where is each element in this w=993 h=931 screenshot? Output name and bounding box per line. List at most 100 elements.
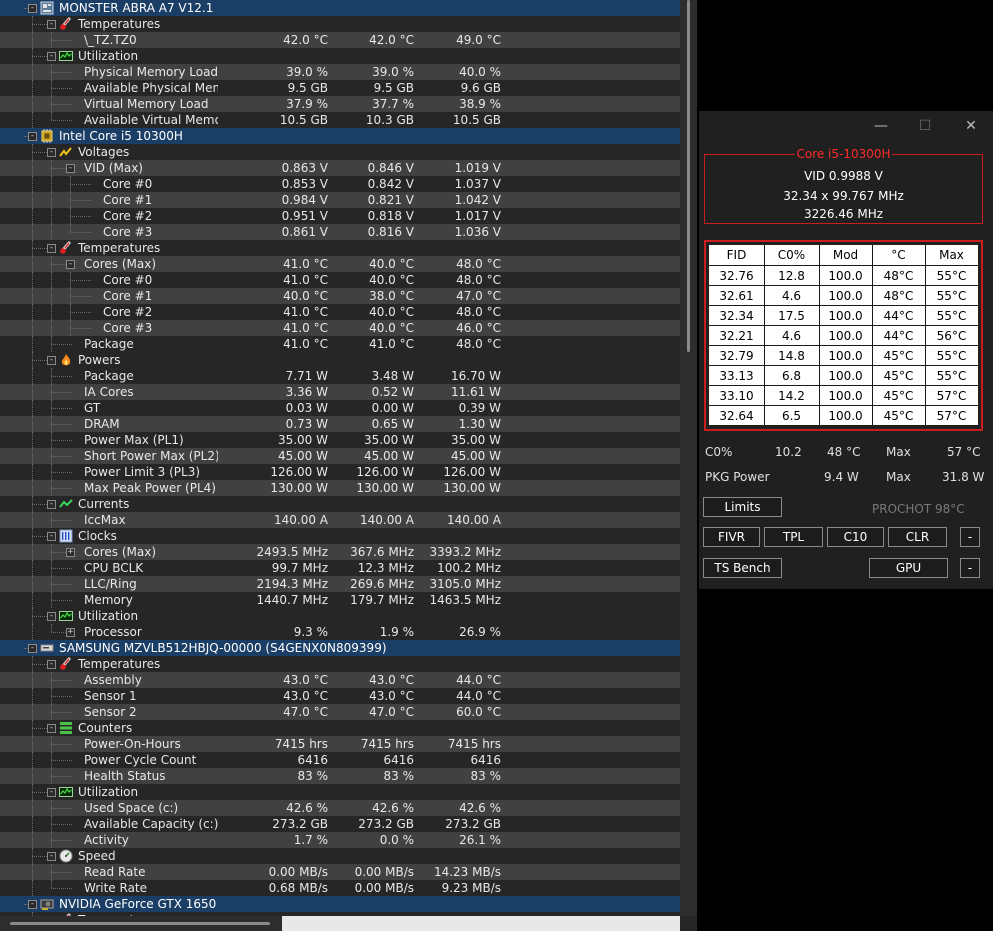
fivr-button[interactable]: FIVR xyxy=(703,527,760,547)
device-row[interactable]: - SAMSUNG MZVLB512HBJQ-00000 (S4GENX0N809… xyxy=(0,640,680,656)
collapse-toggle[interactable]: - xyxy=(47,532,56,541)
sensor-row[interactable]: IA Cores 3.36 W 0.52 W 11.61 W xyxy=(0,384,680,400)
sensor-row[interactable]: Health Status 83 % 83 % 83 % xyxy=(0,768,680,784)
sensor-row[interactable]: Write Rate 0.68 MB/s 0.00 MB/s 9.23 MB/s xyxy=(0,880,680,896)
collapse-toggle[interactable]: - xyxy=(47,788,56,797)
collapse-toggle[interactable]: - xyxy=(28,644,37,653)
close-button[interactable]: ✕ xyxy=(962,117,980,135)
sensor-row[interactable]: Core #0 0.853 V 0.842 V 1.037 V xyxy=(0,176,680,192)
sensor-row[interactable]: Power-On-Hours 7415 hrs 7415 hrs 7415 hrs xyxy=(0,736,680,752)
collapse-toggle[interactable]: - xyxy=(47,500,56,509)
vertical-scroll-thumb[interactable] xyxy=(687,0,690,352)
collapse-toggle[interactable]: - xyxy=(47,356,56,365)
options-dash-button[interactable]: - xyxy=(960,527,980,547)
ts-bench-button[interactable]: TS Bench xyxy=(703,558,782,578)
collapse-toggle[interactable]: - xyxy=(28,132,37,141)
vertical-scrollbar[interactable] xyxy=(680,0,697,916)
device-row[interactable]: - Intel Core i5 10300H xyxy=(0,128,680,144)
sensor-row[interactable]: + Cores (Max) 2493.5 MHz 367.6 MHz 3393.2 MH… xyxy=(0,544,680,560)
sensor-row[interactable]: Core #3 0.861 V 0.816 V 1.036 V xyxy=(0,224,680,240)
sensor-row[interactable]: Assembly 43.0 °C 43.0 °C 44.0 °C xyxy=(0,672,680,688)
device-row[interactable]: - NVIDIA GeForce GTX 1650 xyxy=(0,896,680,912)
horizontal-scroll-thumb[interactable] xyxy=(10,922,270,925)
expand-toggle[interactable]: + xyxy=(66,548,75,557)
sensor-row[interactable]: Available Capacity (c:) 273.2 GB 273.2 GB 2… xyxy=(0,816,680,832)
collapse-toggle[interactable]: - xyxy=(47,148,56,157)
sensor-row[interactable]: Available Physical Mem...9.5 GB9.5 GB9.6… xyxy=(0,80,680,96)
sensor-group-row[interactable]: - Temperatures xyxy=(0,240,680,256)
sensor-row[interactable]: Power Limit 3 (PL3) 126.00 W 126.00 W 126.0… xyxy=(0,464,680,480)
sensor-group-row[interactable]: - Powers xyxy=(0,352,680,368)
tree-connector xyxy=(51,408,72,410)
sensor-group-row[interactable]: - Temperatures xyxy=(0,16,680,32)
sensor-group-row[interactable]: - Utilization xyxy=(0,784,680,800)
collapse-toggle[interactable]: - xyxy=(47,52,56,61)
sensor-row[interactable]: Physical Memory Load 39.0 % 39.0 % 40.0 % xyxy=(0,64,680,80)
sensor-row[interactable]: Package 7.71 W 3.48 W 16.70 W xyxy=(0,368,680,384)
sensor-row[interactable]: Sensor 1 43.0 °C 43.0 °C 44.0 °C xyxy=(0,688,680,704)
collapse-toggle[interactable]: - xyxy=(47,612,56,621)
sensor-row[interactable]: - Cores (Max) 41.0 °C 40.0 °C 48.0 °C xyxy=(0,256,680,272)
sensor-row[interactable]: Core #2 0.951 V 0.818 V 1.017 V xyxy=(0,208,680,224)
expand-toggle[interactable]: + xyxy=(66,628,75,637)
sensor-row[interactable]: LLC/Ring 2194.3 MHz 269.6 MHz 3105.0 MHz xyxy=(0,576,680,592)
horizontal-scrollbar[interactable] xyxy=(0,916,680,931)
sensor-group-row[interactable]: - Utilization xyxy=(0,608,680,624)
sensor-row[interactable]: Core #2 41.0 °C 40.0 °C 48.0 °C xyxy=(0,304,680,320)
maximize-button[interactable]: ☐ xyxy=(916,117,934,135)
sensor-row[interactable]: DRAM 0.73 W 0.65 W 1.30 W xyxy=(0,416,680,432)
device-row[interactable]: - MONSTER ABRA A7 V12.1 xyxy=(0,0,680,16)
gpu-button[interactable]: GPU xyxy=(869,558,948,578)
collapse-toggle[interactable]: - xyxy=(28,4,37,13)
collapse-toggle[interactable]: - xyxy=(47,660,56,669)
label-cores-max: Cores (Max) xyxy=(84,257,157,271)
sensor-row[interactable]: Activity 1.7 % 0.0 % 26.1 % xyxy=(0,832,680,848)
sensor-row[interactable]: Core #1 0.984 V 0.821 V 1.042 V xyxy=(0,192,680,208)
clr-button[interactable]: CLR xyxy=(888,527,947,547)
minimize-button[interactable]: — xyxy=(872,117,890,135)
sensor-row[interactable]: Used Space (c:) 42.6 % 42.6 % 42.6 % xyxy=(0,800,680,816)
sensor-row[interactable]: Core #1 40.0 °C 38.0 °C 47.0 °C xyxy=(0,288,680,304)
sensor-row[interactable]: GT 0.03 W 0.00 W 0.39 W xyxy=(0,400,680,416)
sensor-row[interactable]: Core #3 41.0 °C 40.0 °C 46.0 °C xyxy=(0,320,680,336)
sensor-group-row[interactable]: - Clocks xyxy=(0,528,680,544)
sensor-group-row[interactable]: - Speed xyxy=(0,848,680,864)
tree-guide-line xyxy=(51,176,53,192)
sensor-row[interactable]: Core #0 41.0 °C 40.0 °C 48.0 °C xyxy=(0,272,680,288)
collapse-toggle[interactable]: - xyxy=(47,20,56,29)
sensor-group-row[interactable]: - Counters xyxy=(0,720,680,736)
collapse-toggle[interactable]: - xyxy=(47,852,56,861)
c10-button[interactable]: C10 xyxy=(827,527,884,547)
sensor-group-row[interactable]: - Currents xyxy=(0,496,680,512)
sensor-row[interactable]: Virtual Memory Load 37.9 % 37.7 % 38.9 % xyxy=(0,96,680,112)
sensor-group-row[interactable]: - Temperatures xyxy=(0,656,680,672)
sensor-row[interactable]: Package 41.0 °C 41.0 °C 48.0 °C xyxy=(0,336,680,352)
collapse-toggle[interactable]: - xyxy=(47,724,56,733)
limits-button[interactable]: Limits xyxy=(703,497,782,517)
sensor-row[interactable]: CPU BCLK 99.7 MHz 12.3 MHz 100.2 MHz xyxy=(0,560,680,576)
collapse-toggle[interactable]: - xyxy=(66,164,75,173)
sensor-row[interactable]: Short Power Max (PL2) 45.00 W 45.00 W 45.00… xyxy=(0,448,680,464)
sensor-group-row[interactable]: - Utilization xyxy=(0,48,680,64)
sensor-row[interactable]: Memory 1440.7 MHz 179.7 MHz 1463.5 MHz xyxy=(0,592,680,608)
collapse-toggle[interactable]: - xyxy=(28,900,37,909)
sensor-row[interactable]: Sensor 2 47.0 °C 47.0 °C 60.0 °C xyxy=(0,704,680,720)
sensor-row[interactable]: Available Virtual Memory10.5 GB10.3 GB10… xyxy=(0,112,680,128)
value-max: 0.39 W xyxy=(458,401,501,415)
tpl-button[interactable]: TPL xyxy=(764,527,823,547)
label-llc-ring: LLC/Ring xyxy=(84,577,137,591)
sensor-row[interactable]: - VID (Max) 0.863 V 0.846 V 1.019 V xyxy=(0,160,680,176)
sensor-row[interactable]: IccMax 140.00 A 140.00 A 140.00 A xyxy=(0,512,680,528)
sensor-row[interactable]: Power Max (PL1) 35.00 W 35.00 W 35.00 W xyxy=(0,432,680,448)
sensor-row[interactable]: \_TZ.TZ0 42.0 °C 42.0 °C 49.0 °C xyxy=(0,32,680,48)
sensor-row[interactable]: Read Rate 0.00 MB/s 0.00 MB/s 14.23 MB/s xyxy=(0,864,680,880)
sensor-row[interactable]: Power Cycle Count 6416 6416 6416 xyxy=(0,752,680,768)
cell-fid: 32.79 xyxy=(719,349,754,363)
hide-dash-button[interactable]: - xyxy=(960,558,980,578)
cell-max: 55°C xyxy=(936,349,967,363)
sensor-row[interactable]: Max Peak Power (PL4) 130.00 W 130.00 W 130.… xyxy=(0,480,680,496)
collapse-toggle[interactable]: - xyxy=(47,244,56,253)
collapse-toggle[interactable]: - xyxy=(66,260,75,269)
sensor-group-row[interactable]: - Voltages xyxy=(0,144,680,160)
sensor-row[interactable]: + Processor 9.3 % 1.9 % 26.9 % xyxy=(0,624,680,640)
